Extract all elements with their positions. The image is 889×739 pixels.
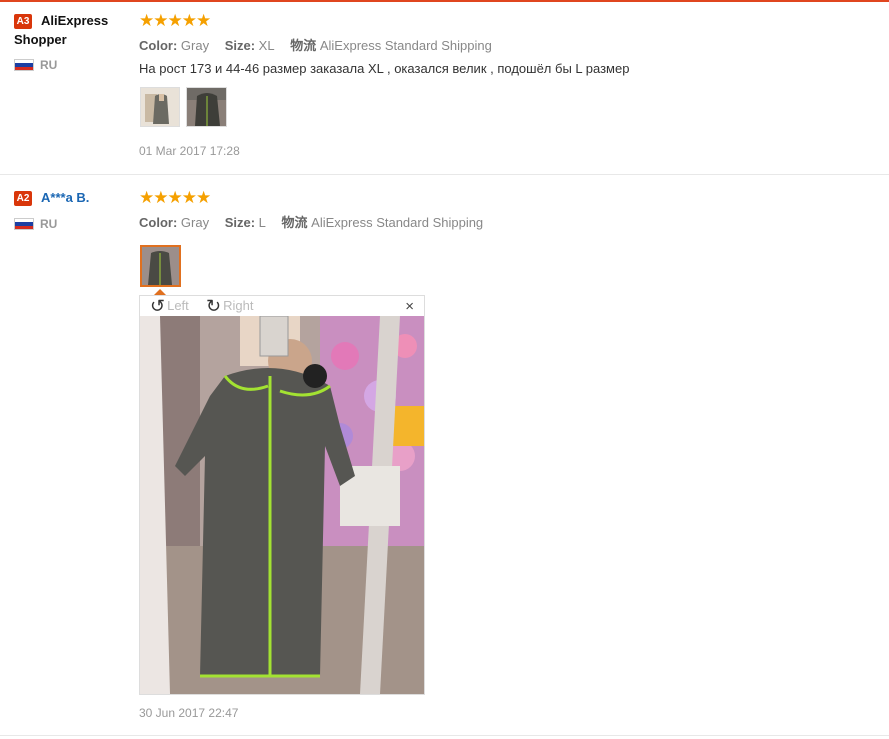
- shipping-label: 物流: [290, 38, 317, 53]
- review-photo-large: [140, 316, 424, 694]
- size-label: Size:: [224, 38, 256, 53]
- rotate-left-button[interactable]: ↺ Left: [150, 296, 189, 316]
- top-divider: [0, 0, 889, 2]
- review-photo-thumbnail[interactable]: [140, 87, 180, 127]
- reviewer-country: RU: [40, 58, 58, 72]
- rotate-left-label: Left: [167, 298, 189, 313]
- reviewer-country: RU: [40, 217, 58, 231]
- photo-viewer: ↺ Left ↻ Right ×: [139, 295, 425, 695]
- buyer-level-badge: A2: [14, 191, 32, 206]
- purchase-attributes: Color: Gray Size: L 物流 AliExpress Standa…: [139, 212, 483, 231]
- rotate-right-icon: ↻: [206, 296, 222, 316]
- buyer-level-badge: A3: [14, 14, 32, 29]
- color-label: Color:: [139, 215, 178, 230]
- russia-flag-icon: [14, 59, 34, 71]
- review-photo-thumbnail[interactable]: [186, 87, 227, 127]
- color-value: Gray: [180, 215, 210, 230]
- rating-stars: ★★★★★: [139, 188, 211, 207]
- shipping-label: 物流: [281, 215, 308, 230]
- rating-stars: ★★★★★: [139, 11, 211, 30]
- review-divider: [0, 735, 889, 736]
- review-photo-thumbnail-selected[interactable]: [140, 245, 181, 287]
- review-divider: [0, 174, 889, 175]
- review-text: На рост 173 и 44-46 размер заказала XL ,…: [139, 61, 630, 76]
- rotate-right-label: Right: [223, 298, 254, 313]
- size-label: Size:: [224, 215, 256, 230]
- reviewer-name[interactable]: A***a B.: [41, 188, 89, 207]
- review-date: 30 Jun 2017 22:47: [139, 706, 239, 720]
- shipping-value: AliExpress Standard Shipping: [311, 215, 484, 230]
- review-date: 01 Mar 2017 17:28: [139, 144, 240, 158]
- reviewer-name: AliExpress: [41, 13, 109, 28]
- size-value: XL: [258, 38, 275, 53]
- close-icon[interactable]: ×: [405, 296, 414, 318]
- purchase-attributes: Color: Gray Size: XL 物流 AliExpress Stand…: [139, 35, 492, 54]
- reviewer-name-line2: Shopper: [14, 32, 67, 47]
- russia-flag-icon: [14, 218, 34, 230]
- size-value: L: [258, 215, 266, 230]
- rotate-left-icon: ↺: [150, 296, 166, 316]
- color-value: Gray: [180, 38, 210, 53]
- rotate-right-button[interactable]: ↻ Right: [206, 296, 253, 316]
- photo-viewer-toolbar: ↺ Left ↻ Right ×: [140, 296, 424, 316]
- shipping-value: AliExpress Standard Shipping: [319, 38, 492, 53]
- color-label: Color:: [139, 38, 178, 53]
